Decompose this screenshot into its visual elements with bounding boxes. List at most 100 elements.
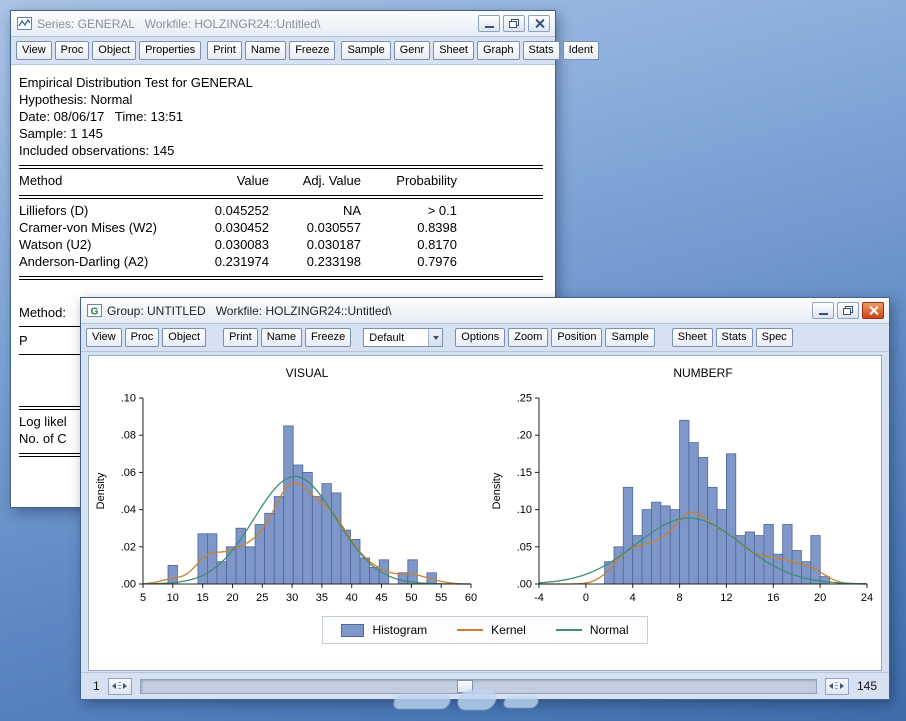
group-icon-letter: G [90, 307, 98, 318]
view-type-dropdown[interactable]: Default [363, 328, 443, 347]
histogram-bar [764, 525, 773, 585]
view-type-value: Default [369, 332, 404, 344]
minimize-icon [819, 313, 828, 315]
histogram-bar [408, 560, 418, 584]
close-icon [869, 306, 878, 315]
y-tick-label: .20 [517, 430, 532, 442]
minimize-button[interactable] [812, 302, 834, 319]
output-observations: Included observations: 145 [19, 142, 547, 159]
toolbar-button-zoom[interactable]: Zoom [508, 328, 548, 347]
stat-value-cell: NA [269, 202, 361, 219]
x-tick-label: -4 [534, 592, 544, 604]
toolbar-button-sample[interactable]: Sample [605, 328, 654, 347]
group-titlebar[interactable]: G Group: UNTITLED Workfile: HOLZINGR24::… [81, 298, 889, 324]
histogram-bar [792, 551, 801, 585]
toolbar-button-proc[interactable]: Proc [55, 41, 90, 60]
toolbar-button-view[interactable]: View [86, 328, 122, 347]
toolbar-button-properties[interactable]: Properties [139, 41, 201, 60]
col-value: Value [209, 172, 269, 189]
toolbar-button-stats[interactable]: Stats [716, 328, 753, 347]
restore-icon [509, 19, 519, 28]
toolbar-button-proc[interactable]: Proc [125, 328, 160, 347]
histogram-bar [255, 525, 265, 585]
series-toolbar: ViewProcObjectProperties PrintNameFreeze S… [11, 37, 555, 65]
restore-icon [843, 306, 853, 315]
restore-button[interactable] [503, 15, 525, 32]
minimize-button[interactable] [478, 15, 500, 32]
right-scroll-splitter[interactable] [825, 678, 849, 695]
output-title: Empirical Distribution Test for GENERAL [19, 74, 547, 91]
x-tick-label: 12 [720, 592, 732, 604]
histogram-bar [783, 525, 792, 585]
toolbar-button-spec[interactable]: Spec [756, 328, 793, 347]
toolbar-button-sheet[interactable]: Sheet [433, 41, 474, 60]
left-scroll-splitter[interactable] [108, 678, 132, 695]
x-tick-label: 4 [630, 592, 636, 604]
toolbar-button-name[interactable]: Name [261, 328, 302, 347]
histogram-bar [708, 487, 717, 584]
toolbar-button-sample[interactable]: Sample [341, 41, 390, 60]
stat-value-cell: 0.8398 [361, 219, 457, 236]
y-axis-label: Density [95, 472, 107, 509]
watermark-shape [392, 694, 452, 709]
close-button[interactable] [862, 302, 884, 319]
toolbar-button-freeze[interactable]: Freeze [305, 328, 351, 347]
toolbar-button-options[interactable]: Options [455, 328, 505, 347]
x-tick-label: 45 [375, 592, 387, 604]
toolbar-button-graph[interactable]: Graph [477, 41, 520, 60]
stat-table-row: Lilliefors (D)0.045252NA> 0.1 [19, 202, 543, 219]
toolbar-button-object[interactable]: Object [162, 328, 206, 347]
x-tick-label: 24 [861, 592, 873, 604]
stat-value-cell: 0.030557 [269, 219, 361, 236]
col-probability: Probability [361, 172, 457, 189]
stat-value-cell: 0.8170 [361, 236, 457, 253]
toolbar-button-ident[interactable]: Ident [563, 41, 599, 60]
stat-value-cell: 0.045252 [209, 202, 269, 219]
x-tick-label: 8 [677, 592, 683, 604]
legend-swatch-kernel [457, 629, 483, 631]
histogram-bar [312, 497, 322, 584]
grip-icon [835, 682, 838, 691]
histogram-bar [811, 536, 820, 584]
stat-table-body: Lilliefors (D)0.045252NA> 0.1Cramer-von … [19, 202, 547, 270]
toolbar-button-stats[interactable]: Stats [523, 41, 560, 60]
y-tick-label: .02 [121, 541, 136, 553]
watermark-shape [503, 696, 540, 708]
toolbar-button-view[interactable]: View [16, 41, 52, 60]
numberf-histogram-chart: NUMBERFDensity.00.05.10.15.20.25-4048121… [485, 360, 881, 612]
chart-title: VISUAL [286, 366, 329, 380]
toolbar-button-object[interactable]: Object [92, 41, 136, 60]
legend-label: Normal [590, 623, 629, 637]
output-sample: Sample: 1 145 [19, 125, 547, 142]
toolbar-button-print[interactable]: Print [207, 41, 242, 60]
chart-title: NUMBERF [673, 366, 732, 380]
arrow-left-icon [829, 683, 833, 689]
watermark-shape [456, 690, 499, 710]
group-icon: G [86, 304, 102, 318]
toolbar-button-sheet[interactable]: Sheet [672, 328, 713, 347]
toolbar-button-freeze[interactable]: Freeze [289, 41, 335, 60]
grip-icon [118, 682, 121, 691]
x-tick-label: 15 [196, 592, 208, 604]
stat-table-header: Method Value Adj. Value Probability [19, 172, 543, 189]
arrow-left-icon [112, 683, 116, 689]
toolbar-button-print[interactable]: Print [223, 328, 258, 347]
toolbar-button-name[interactable]: Name [245, 41, 286, 60]
table-rule [19, 165, 543, 169]
x-tick-label: 5 [140, 592, 146, 604]
x-tick-label: 60 [465, 592, 477, 604]
restore-button[interactable] [837, 302, 859, 319]
close-button[interactable] [528, 15, 550, 32]
histogram-bar [246, 547, 256, 584]
y-tick-label: .25 [517, 393, 532, 405]
toolbar-button-genr[interactable]: Genr [394, 41, 430, 60]
charts-row: VISUALDensity.00.02.04.06.08.10510152025… [89, 356, 881, 612]
chevron-down-icon [428, 329, 442, 346]
histogram-bar [652, 502, 661, 584]
stat-method-cell: Anderson-Darling (A2) [19, 253, 209, 270]
series-titlebar[interactable]: Series: GENERAL Workfile: HOLZINGR24::Un… [11, 11, 555, 37]
legend-swatch-histogram [341, 624, 364, 637]
toolbar-button-position[interactable]: Position [551, 328, 602, 347]
series-icon [16, 17, 32, 31]
y-tick-label: .06 [121, 467, 136, 479]
